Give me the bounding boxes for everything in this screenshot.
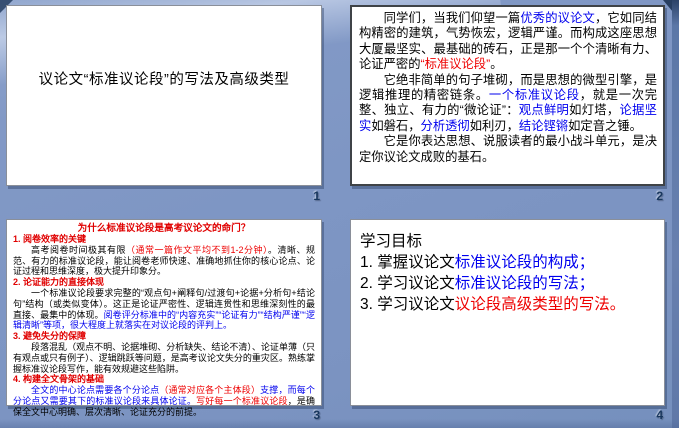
slide-3-number-label: 3 <box>298 408 320 422</box>
text-segment: 标准议论段的构成； <box>455 254 595 271</box>
text-segment: （通常对应各个主体段） <box>159 385 260 395</box>
text-segment: 3. 学习议论文 <box>360 296 455 313</box>
text-segment: 写好每一个标准议论段 <box>196 396 288 406</box>
slide-thumbnail-2-selected[interactable]: 同学们，当我们仰望一篇优秀的议论文，它如同结构精密的建筑，气势恢宏，逻辑严谨。而… <box>350 5 665 186</box>
section-body: 全文的中心论点需要各个分论点（通常对应各个主体段）支撑，而每个分论点又需要其下的… <box>13 385 315 417</box>
text-segment: 优秀的议论文 <box>520 11 595 25</box>
slide-3-heading: 为什么标准议论段是高考议论文的命门？ <box>13 223 315 234</box>
text-segment: 如灯塔， <box>569 103 619 117</box>
text-segment: 议论段高级类型的写法。 <box>455 296 626 313</box>
slide-1-number-label: 1 <box>298 189 320 203</box>
slide-3-body: 为什么标准议论段是高考议论文的命门？ 1. 阅卷效率的关键高考阅卷时间极其有限（… <box>7 220 321 418</box>
background-bottom-strip <box>0 419 679 428</box>
text-segment: 1. 掌握议论文 <box>360 254 455 271</box>
slide-2-number-label: 2 <box>641 189 663 203</box>
text-segment: 分析透彻 <box>421 119 470 133</box>
text-segment: 段落混乱（观点不明、论据堆砌、分析缺失、结论不清）、论证单薄（只有观点或只有例子… <box>13 342 315 374</box>
section-title: 1. 阅卷效率的关键 <box>13 234 315 245</box>
slide-thumbnail-4[interactable]: 学习目标 1. 掌握议论文标准议论段的构成；2. 学习议论文标准议论段的写法；3… <box>350 219 665 406</box>
section-body: 段落混乱（观点不明、论据堆砌、分析缺失、结论不清）、论证单薄（只有观点或只有例子… <box>13 342 315 374</box>
text-segment: 全文的中心论点需要各个分论点 <box>31 385 159 395</box>
paragraph: 它是你表达思想、说服读者的最小战斗单元，是决定你议论文成败的基石。 <box>359 134 657 165</box>
section-title: 3. 避免失分的保障 <box>13 331 315 342</box>
paragraph: 它绝非简单的句子堆砌，而是思想的微型引擎，是逻辑推理的精密链条。一个标准议论段，… <box>359 73 657 135</box>
slide-thumbnail-3[interactable]: 为什么标准议论段是高考议论文的命门？ 1. 阅卷效率的关键高考阅卷时间极其有限（… <box>6 219 322 406</box>
text-segment: 一个标准议论段 <box>489 88 580 102</box>
slide-2-body: 同学们，当我们仰望一篇优秀的议论文，它如同结构精密的建筑，气势恢宏，逻辑严谨。而… <box>352 7 663 165</box>
slide-4-goal-list: 1. 掌握议论文标准议论段的构成；2. 学习议论文标准议论段的写法；3. 学习议… <box>360 252 656 315</box>
text-segment: （通常一篇作文平均不到1-2分钟） <box>126 245 268 255</box>
text-segment: 结论铿锵 <box>519 119 568 133</box>
text-segment: 如定音之锤。 <box>568 119 642 133</box>
text-segment: “标准议论段” <box>421 57 491 71</box>
section-title: 4. 构建全文骨架的基础 <box>13 374 315 385</box>
slide-thumbnail-1[interactable]: 议论文“标准议论段”的写法及高级类型 <box>6 5 322 186</box>
text-segment: 高考阅卷时间极其有限 <box>31 245 126 255</box>
goal-item: 2. 学习议论文标准议论段的写法； <box>360 273 656 294</box>
text-segment: 如利刃， <box>470 119 519 133</box>
text-segment: 观点鲜明 <box>519 103 569 117</box>
goal-item: 1. 掌握议论文标准议论段的构成； <box>360 252 656 273</box>
slide-4-body: 学习目标 1. 掌握议论文标准议论段的构成；2. 学习议论文标准议论段的写法；3… <box>351 220 664 315</box>
section-body: 一个标准议论段要求完整的“观点句+阐释句/过渡句+论据+分析句+结论句”结构（或… <box>13 288 315 331</box>
slide-4-title: 学习目标 <box>360 231 656 252</box>
text-segment: 。 <box>490 57 502 71</box>
text-segment: 2. 学习议论文 <box>360 275 455 292</box>
section-title: 2. 论证能力的直接体现 <box>13 277 315 288</box>
background-right-strip <box>672 0 679 428</box>
text-segment: 同学们，当我们仰望一篇 <box>384 11 521 25</box>
goal-item: 3. 学习议论文议论段高级类型的写法。 <box>360 294 656 315</box>
text-segment: 它是你表达思想、说服读者的最小战斗单元，是决定你议论文成败的基石。 <box>359 134 657 163</box>
slide-1-title: 议论文“标准议论段”的写法及高级类型 <box>7 68 321 89</box>
paragraph: 同学们，当我们仰望一篇优秀的议论文，它如同结构精密的建筑，气势恢宏，逻辑严谨。而… <box>359 11 657 73</box>
slide-sorter-canvas: { "view": "slide-sorter", "colors": { "b… <box>0 0 679 428</box>
slide-3-sections: 1. 阅卷效率的关键高考阅卷时间极其有限（通常一篇作文平均不到1-2分钟）。清晰… <box>13 234 315 418</box>
section-body: 高考阅卷时间极其有限（通常一篇作文平均不到1-2分钟）。清晰、规范、有力的标准议… <box>13 245 315 277</box>
slide-4-number-label: 4 <box>641 408 663 422</box>
text-segment: 如磐石， <box>371 119 420 133</box>
text-segment: 标准议论段的写法； <box>455 275 595 292</box>
